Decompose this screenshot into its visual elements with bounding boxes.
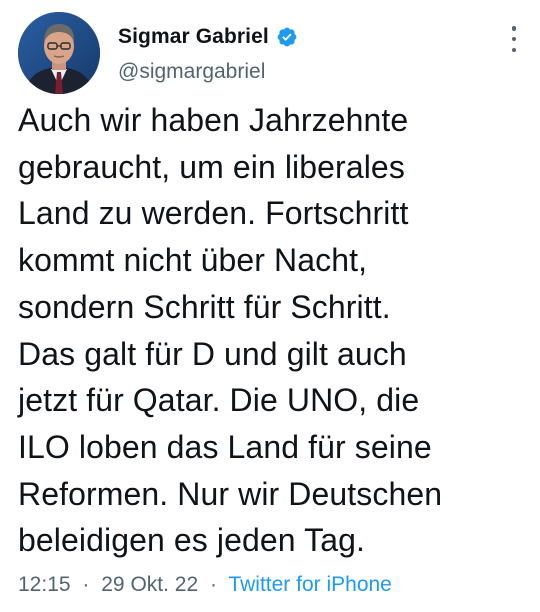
author-name-row: Sigmar Gabriel xyxy=(118,24,298,50)
tweet: Sigmar Gabriel @sigmargabriel Auch wir h… xyxy=(0,0,540,612)
tweet-text-line: jetzt für Qatar. Die UNO, die xyxy=(18,382,420,419)
avatar-image xyxy=(18,12,100,94)
meta-separator: · xyxy=(209,573,217,596)
tweet-text-line: Land zu werden. Fortschritt xyxy=(18,195,409,232)
tweet-text: Auch wir haben Jahrzehnte gebraucht, um … xyxy=(18,97,518,564)
tweet-text-line: gebraucht, um ein liberales xyxy=(18,148,405,185)
verified-badge-icon xyxy=(276,26,298,48)
tweet-text-line: kommt nicht über Nacht, xyxy=(18,242,368,279)
tweet-text-line: beleidigen es jeden Tag. xyxy=(18,522,365,559)
tweet-source-link[interactable]: Twitter for iPhone xyxy=(228,573,391,596)
more-options-icon[interactable] xyxy=(510,26,518,52)
meta-separator: · xyxy=(82,573,90,596)
tweet-text-line: Reformen. Nur wir Deutschen xyxy=(18,475,443,512)
author-handle[interactable]: @sigmargabriel xyxy=(118,60,265,84)
tweet-time[interactable]: 12:15 xyxy=(18,573,71,596)
tweet-text-line: Das galt für D und gilt auch xyxy=(18,335,407,372)
tweet-date[interactable]: 29 Okt. 22 xyxy=(101,573,198,596)
tweet-text-line: sondern Schritt für Schritt. xyxy=(18,288,391,325)
avatar[interactable] xyxy=(18,12,100,94)
tweet-text-line: Auch wir haben Jahrzehnte xyxy=(18,102,409,138)
tweet-meta: 12:15 · 29 Okt. 22 · Twitter for iPhone xyxy=(18,573,392,597)
author-display-name[interactable]: Sigmar Gabriel xyxy=(118,25,269,49)
tweet-text-line: ILO loben das Land für seine xyxy=(18,428,432,465)
